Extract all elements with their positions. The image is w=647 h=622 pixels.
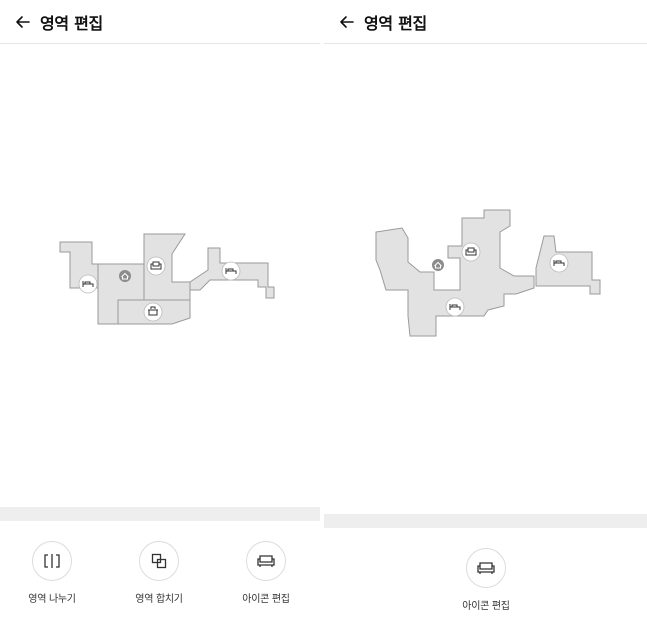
sofa-icon xyxy=(257,555,275,567)
home-marker xyxy=(432,259,444,271)
bed-icon[interactable] xyxy=(549,253,569,273)
edit-icon-button[interactable]: 아이콘 편집 xyxy=(234,541,298,605)
tool-circle xyxy=(139,541,179,581)
tool-circle xyxy=(246,541,286,581)
map-room[interactable] xyxy=(375,209,535,337)
bed-icon[interactable] xyxy=(221,261,241,281)
merge-area-button[interactable]: 영역 합치기 xyxy=(127,541,191,605)
back-button[interactable] xyxy=(334,9,360,35)
tool-label: 아이콘 편집 xyxy=(462,601,510,612)
header: 영역 편집 xyxy=(0,0,320,44)
home-marker xyxy=(119,270,131,282)
sofa-icon[interactable] xyxy=(461,242,481,262)
back-arrow-icon xyxy=(16,15,30,28)
divider-band xyxy=(0,507,320,521)
tool-circle xyxy=(466,548,506,588)
pot-icon[interactable] xyxy=(143,302,163,322)
sofa-icon xyxy=(477,562,495,574)
page-title: 영역 편집 xyxy=(364,13,427,33)
bottom-toolbar: 영역 나누기 영역 합치기 아이콘 편집 xyxy=(0,521,320,622)
bottom-toolbar: 아이콘 편집 xyxy=(324,528,647,622)
bed-icon[interactable] xyxy=(445,297,465,317)
floor-map xyxy=(0,45,320,505)
tool-label: 영역 나누기 xyxy=(28,594,76,605)
split-area-button[interactable]: 영역 나누기 xyxy=(20,541,84,605)
bed-icon[interactable] xyxy=(78,274,98,294)
back-button[interactable] xyxy=(10,9,36,35)
tool-label: 영역 합치기 xyxy=(135,594,183,605)
edit-area-screen-left: 영역 편집 영역 나누기 영역 합치기 아이콘 편집 xyxy=(0,0,320,622)
page-title: 영역 편집 xyxy=(40,13,103,33)
edit-area-screen-right: 영역 편집 아이콘 편집 xyxy=(324,0,647,622)
tool-circle xyxy=(32,541,72,581)
tool-label: 아이콘 편집 xyxy=(242,594,290,605)
sofa-icon[interactable] xyxy=(146,256,166,276)
divider-band xyxy=(324,514,647,528)
merge-icon xyxy=(151,553,167,569)
header: 영역 편집 xyxy=(324,0,647,44)
edit-icon-button[interactable]: 아이콘 편집 xyxy=(454,548,518,612)
back-arrow-icon xyxy=(340,15,354,28)
split-icon xyxy=(44,554,60,568)
floor-map xyxy=(324,45,647,515)
